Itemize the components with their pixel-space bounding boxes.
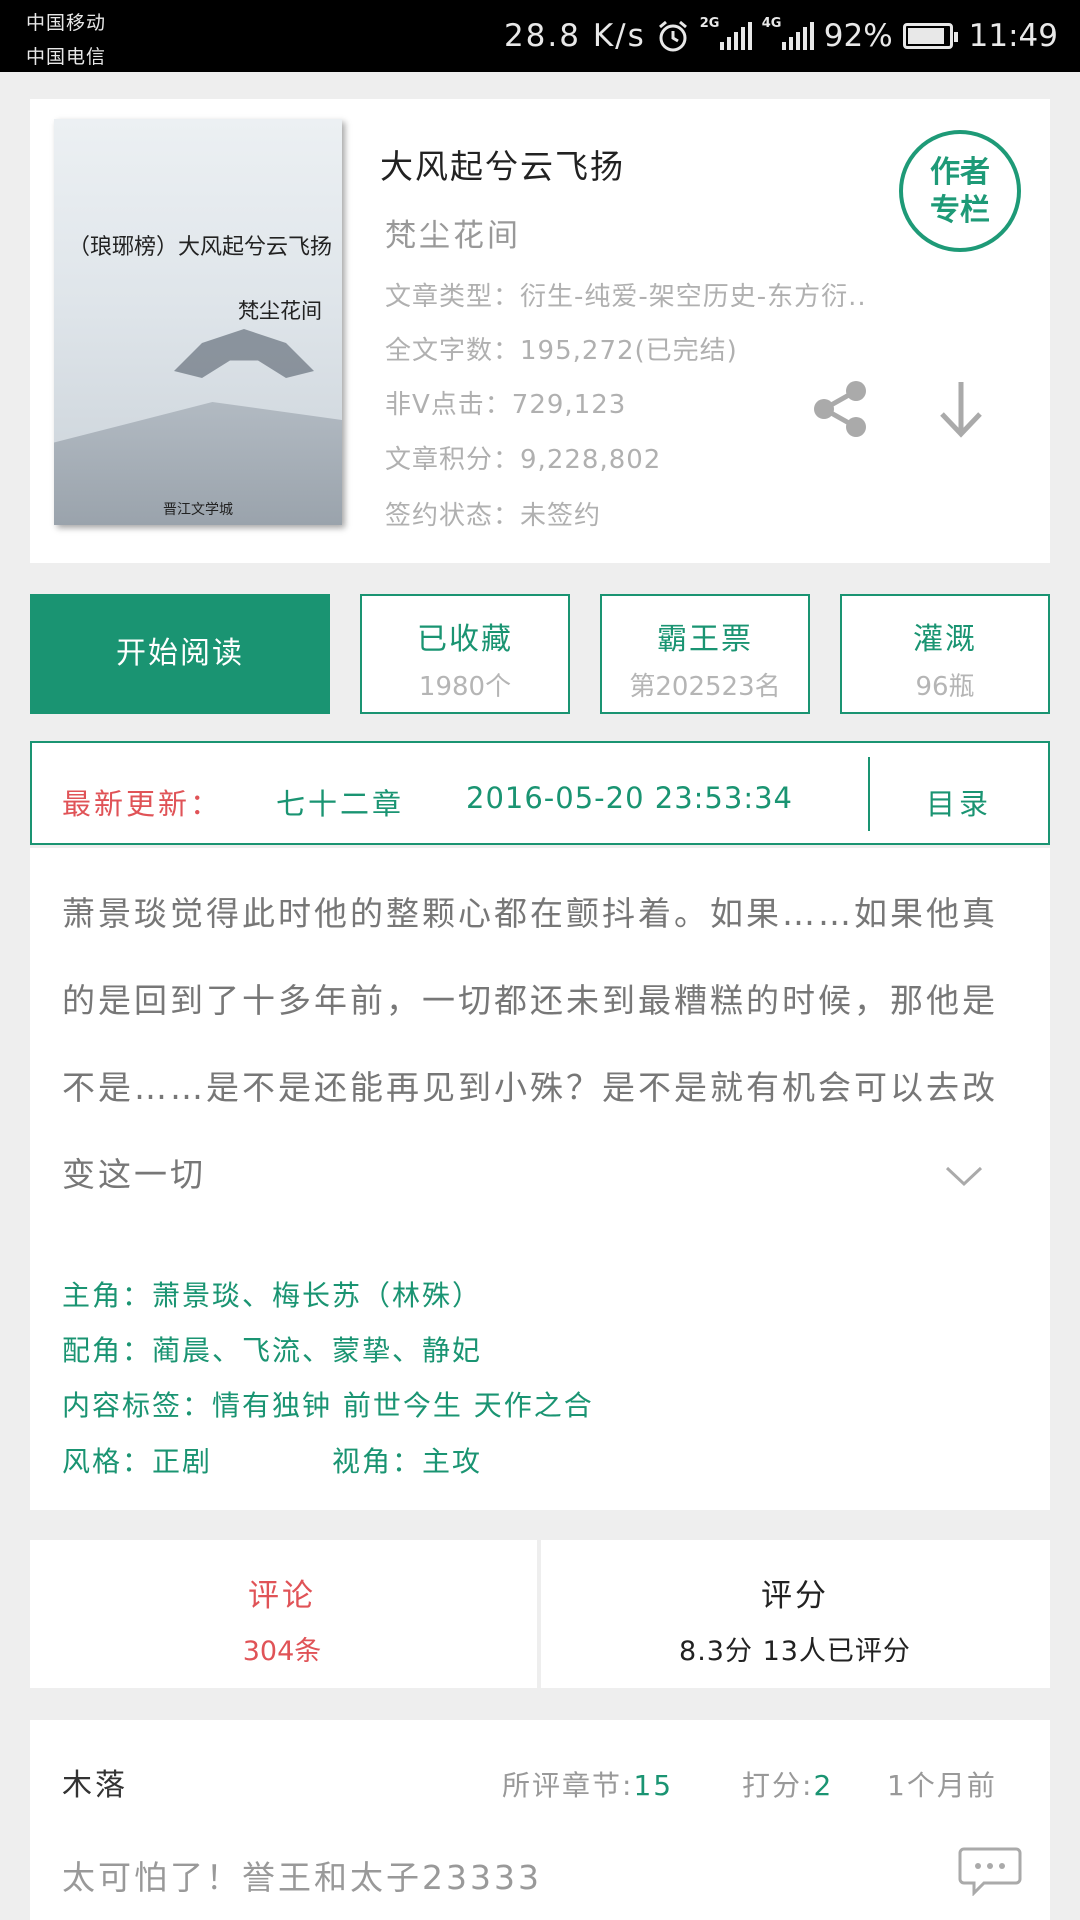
badge-line-2: 专栏 (930, 193, 990, 228)
comment-text: 太可怕了！誉王和太子23333 (62, 1858, 542, 1897)
divider (868, 757, 870, 831)
share-icon[interactable] (810, 378, 872, 440)
supporting-characters: 配角：蔺晨、飞流、蒙挚、静妃 (62, 1334, 483, 1367)
status-icons: 28.8 K/s 2G 4G 92% 11:49 (504, 14, 1058, 58)
cover-title: （琅琊榜）大风起兮云飞扬 (67, 235, 332, 260)
comments-label: 评论 (248, 1578, 316, 1614)
collected-button[interactable]: 已收藏 1980个 (360, 594, 570, 714)
comments-count: 304条 (242, 1636, 322, 1667)
chevron-down-icon[interactable] (944, 1160, 984, 1190)
rating-button[interactable]: 评分 8.3分 13人已评分 (545, 1570, 1045, 1668)
book-title: 大风起兮云飞扬 (380, 147, 625, 186)
content-tags: 内容标签：情有独钟 前世今生 天作之合 (62, 1389, 594, 1422)
start-reading-button[interactable]: 开始阅读 (30, 594, 330, 714)
rating-label: 评分 (761, 1578, 829, 1614)
net-speed: 28.8 K/s (503, 18, 646, 54)
cover-footer: 晋江文学城 (163, 502, 233, 518)
battery-percent: 92% (823, 18, 893, 54)
status-bar: 中国移动 中国电信 28.8 K/s 2G 4G 92% 11:49 (0, 0, 1080, 72)
alarm-icon (658, 20, 687, 52)
badge-line-1: 作者 (930, 155, 990, 190)
comments-button[interactable]: 评论 304条 (32, 1570, 532, 1668)
latest-update-bar[interactable]: 最新更新： 七十二章 2016-05-20 23:53:34 目录 (30, 741, 1050, 845)
meta-words: 全文字数：195,272(已完结) (385, 336, 738, 366)
carrier-1: 中国移动 (26, 12, 107, 34)
book-cover[interactable]: （琅琊榜）大风起兮云飞扬 梵尘花间 晋江文学城 (54, 119, 342, 525)
book-author[interactable]: 梵尘花间 (385, 210, 521, 255)
carrier-2: 中国电信 (26, 46, 107, 68)
latest-chapter[interactable]: 七十二章 (276, 781, 404, 823)
ticket-label: 霸王票 (657, 622, 753, 657)
signal-icon: 2G (700, 16, 752, 50)
style-tag: 风格：正剧 (62, 1445, 213, 1478)
download-icon[interactable] (936, 378, 986, 440)
table-of-contents-button[interactable]: 目录 (926, 781, 992, 823)
latest-update-time: 2016-05-20 23:53:34 (466, 781, 793, 815)
signal-icon-2: 4G (762, 16, 814, 50)
clock: 11:49 (968, 18, 1058, 54)
collected-count: 1980个 (418, 672, 512, 702)
rating-value: 8.3分 13人已评分 (679, 1636, 911, 1667)
ticket-rank: 第202523名 (629, 672, 781, 702)
meta-type: 文章类型：衍生-纯爱-架空历史-东方衍.. (385, 282, 867, 312)
lead-characters: 主角：萧景琰、梅长苏（林殊） (62, 1279, 483, 1312)
meta-clicks: 非V点击：729,123 (385, 390, 627, 420)
perspective-tag: 视角：主攻 (332, 1445, 483, 1478)
meta-score: 文章积分：9,228,802 (385, 445, 662, 475)
comment-time: 1个月前 (887, 1769, 997, 1802)
comment-user[interactable]: 木落 (62, 1760, 128, 1804)
comment-score: 打分:2 (742, 1769, 834, 1802)
water-button[interactable]: 灌溉 96瓶 (840, 594, 1050, 714)
comment-chapter: 所评章节:15 (502, 1769, 674, 1802)
cover-roof-art (174, 329, 314, 378)
author-column-badge[interactable]: 作者 专栏 (899, 130, 1021, 252)
battery-icon (902, 23, 958, 49)
water-count: 96瓶 (915, 672, 975, 702)
reviews-divider (537, 1540, 541, 1688)
water-label: 灌溉 (913, 622, 977, 657)
latest-update-label: 最新更新： (62, 787, 223, 821)
overlord-ticket-button[interactable]: 霸王票 第202523名 (600, 594, 810, 714)
collected-label: 已收藏 (417, 622, 513, 657)
meta-sign: 签约状态：未签约 (385, 501, 602, 531)
comment-bubble-icon[interactable] (958, 1846, 1022, 1896)
cover-author: 梵尘花间 (238, 299, 322, 323)
